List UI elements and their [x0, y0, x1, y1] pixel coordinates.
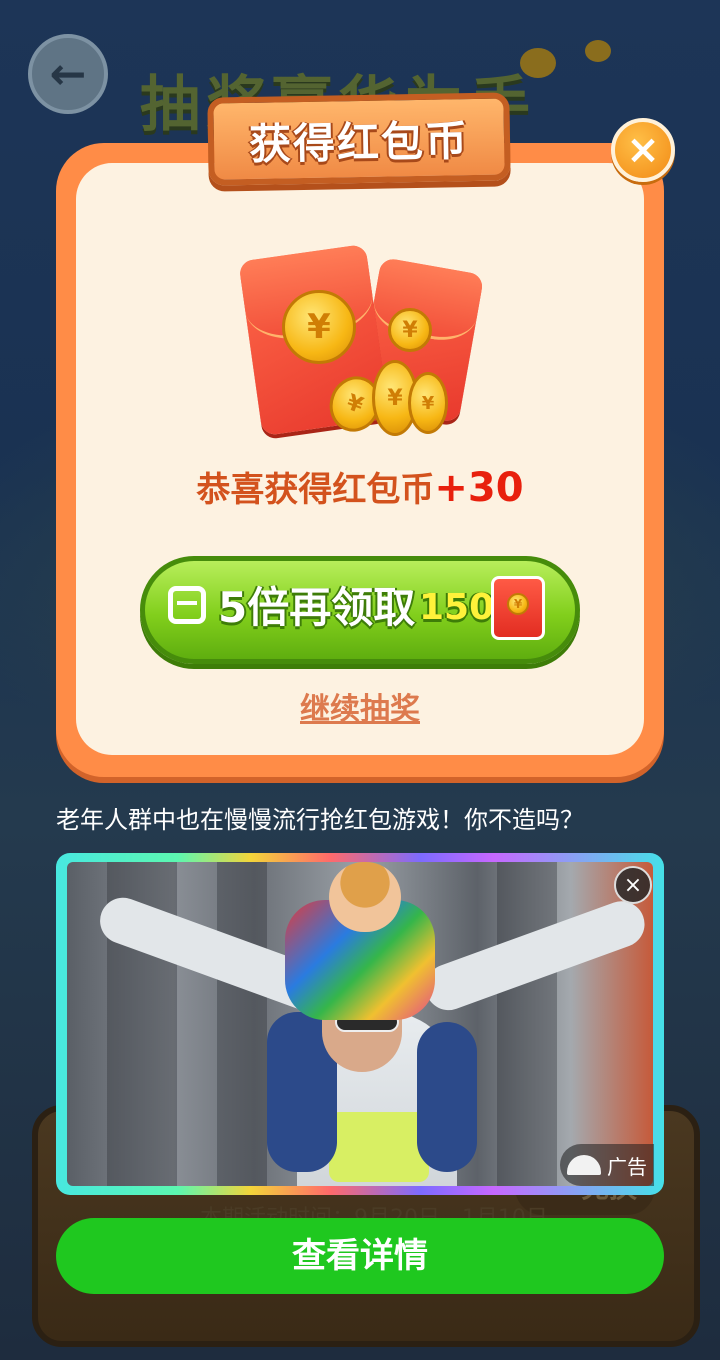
ad-shirt-print	[329, 1112, 429, 1182]
ad-tag: 广告	[560, 1144, 654, 1186]
coin-icon: ¥	[388, 308, 432, 352]
dialog-title: 获得红包币	[248, 115, 470, 169]
dialog-close-button[interactable]: ×	[611, 118, 675, 182]
back-arrow-icon: ←	[28, 34, 108, 114]
claim-5x-label: 5倍再领取	[218, 583, 416, 632]
ad-network-logo-icon	[567, 1155, 601, 1175]
ad-image[interactable]	[67, 862, 653, 1186]
red-envelope-icon: ¥	[491, 576, 545, 640]
ad-tag-label: 广告	[607, 1154, 647, 1179]
coin-icon: ¥	[507, 593, 529, 615]
reward-amount: +30	[434, 465, 524, 511]
reward-dialog	[56, 143, 664, 777]
background-coin-icon	[585, 40, 611, 62]
background-coin-icon	[520, 48, 556, 78]
ad-child-leg	[417, 1022, 477, 1172]
ad-building	[497, 862, 557, 1186]
view-details-button[interactable]: 查看详情	[56, 1218, 664, 1294]
reward-message-prefix: 恭喜获得红包币	[196, 470, 435, 510]
continue-lottery-link[interactable]: 继续抽奖	[0, 684, 720, 728]
ad-frame[interactable]	[56, 853, 664, 1195]
claim-5x-amount: 150	[419, 587, 495, 628]
dialog-title-banner: 获得红包币	[207, 92, 511, 186]
ad-child-head	[329, 862, 401, 932]
ad-close-icon[interactable]: ×	[614, 866, 652, 904]
ad-headline[interactable]: 老年人群中也在慢慢流行抢红包游戏！你不造吗？	[56, 800, 584, 835]
reward-message: 恭喜获得红包币+30	[0, 462, 720, 511]
coin-icon: ¥	[408, 372, 448, 434]
ad-building	[217, 862, 267, 1186]
coin-icon: ¥	[282, 290, 356, 364]
video-icon	[168, 586, 206, 624]
